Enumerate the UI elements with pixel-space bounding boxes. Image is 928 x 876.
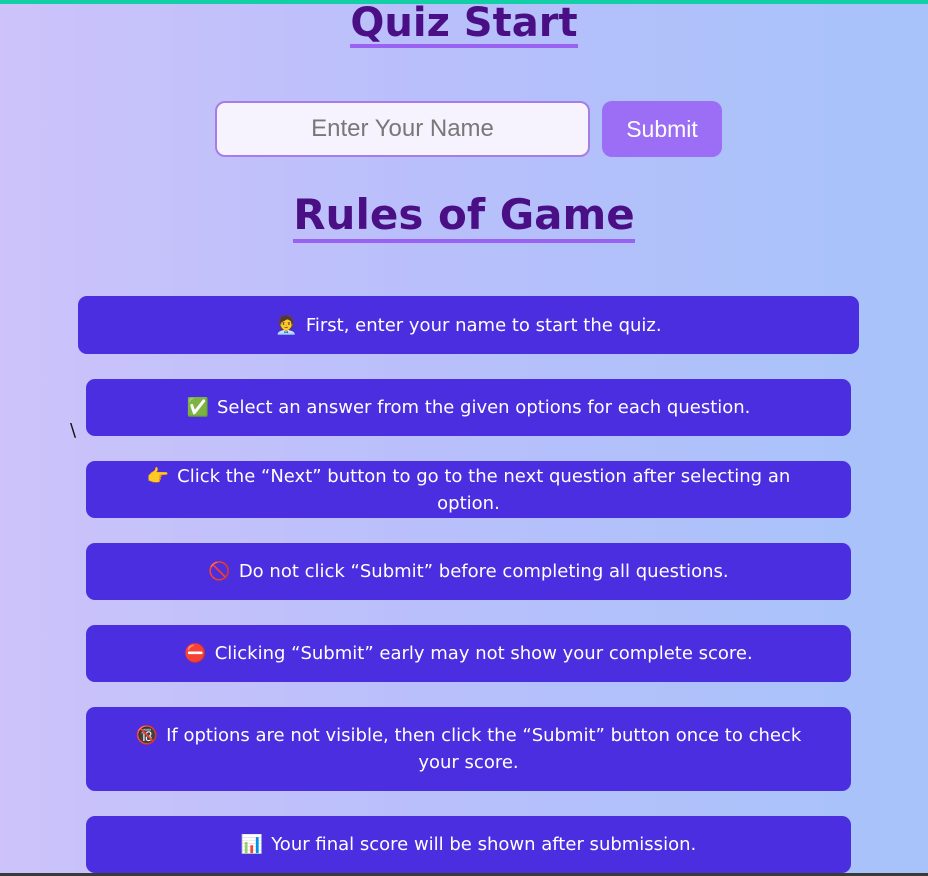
rule-item: 📊 Your final score will be shown after su… [86, 816, 851, 873]
rule-text: Do not click “Submit” before completing … [238, 561, 729, 582]
stray-backslash: \ [70, 420, 77, 441]
rule-text: If options are not visible, then click t… [166, 725, 802, 773]
rule-item: 👉 Click the “Next” button to go to the ne… [86, 461, 851, 518]
rules-title-text: Rules of Game [293, 192, 635, 244]
no-one-under-18-icon: 🔞 [135, 725, 159, 746]
prohibited-icon: 🚫 [208, 561, 231, 582]
rule-item: 🧑‍💼 First, enter your name to start the q… [78, 296, 859, 354]
rule-item: 🔞 If options are not visible, then click … [86, 707, 851, 791]
name-input[interactable] [215, 101, 590, 157]
submit-button[interactable]: Submit [602, 101, 722, 157]
check-icon: ✅ [186, 397, 209, 418]
no-entry-icon: ⛔ [184, 643, 207, 664]
rule-text: Clicking “Submit” early may not show you… [214, 643, 753, 664]
bar-chart-icon: 📊 [240, 834, 264, 855]
quiz-title-text: Quiz Start [350, 0, 578, 48]
rule-text: Your final score will be shown after sub… [271, 834, 697, 855]
rule-item: ✅ Select an answer from the given options… [86, 379, 851, 436]
rules-title: Rules of Game [0, 190, 928, 244]
rule-item: 🚫 Do not click “Submit” before completing… [86, 543, 851, 600]
person-icon: 🧑‍💼 [275, 314, 298, 336]
quiz-title: Quiz Start [0, 0, 928, 48]
rule-item: ⛔ Clicking “Submit” early may not show yo… [86, 625, 851, 682]
rule-text: First, enter your name to start the quiz… [305, 314, 662, 336]
rule-text: Click the “Next” button to go to the nex… [177, 465, 791, 514]
pointing-hand-icon: 👉 [146, 465, 170, 487]
rule-text: Select an answer from the given options … [217, 397, 751, 418]
